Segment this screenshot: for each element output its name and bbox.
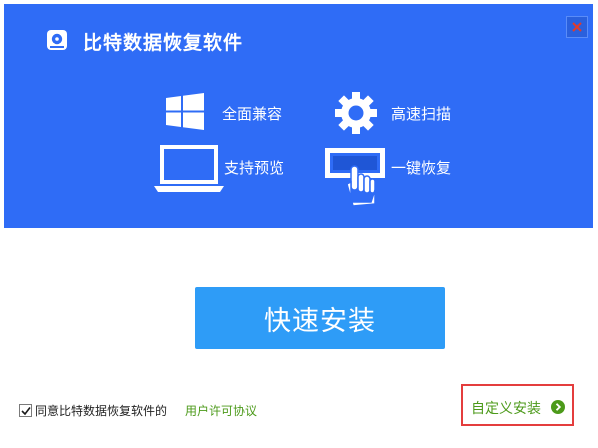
feature-label: 全面兼容 <box>222 105 283 123</box>
gear-icon <box>335 92 377 134</box>
laptop-icon <box>154 145 224 192</box>
custom-install-label: 自定义安装 <box>471 401 541 417</box>
license-agreement-link[interactable]: 用户许可协议 <box>185 402 257 419</box>
agree-checkbox[interactable] <box>19 404 32 417</box>
feature-one-click-recovery <box>323 146 387 208</box>
feature-label: 一键恢复 <box>391 159 452 177</box>
quick-install-button[interactable]: 快速安装 <box>195 287 445 349</box>
close-button[interactable] <box>566 16 588 38</box>
close-icon <box>572 22 582 32</box>
app-title: 比特数据恢复软件 <box>83 32 244 54</box>
feature-preview <box>154 144 224 194</box>
feature-label: 支持预览 <box>224 159 285 177</box>
windows-icon <box>166 93 204 130</box>
custom-install-button[interactable]: 自定义安装 <box>461 384 574 426</box>
feature-label: 高速扫描 <box>391 105 452 123</box>
app-logo-icon <box>47 30 67 50</box>
hand-click-icon <box>325 148 385 207</box>
arrow-right-circle-icon <box>551 400 565 414</box>
feature-fast-scan <box>333 90 379 136</box>
agreement-text: 同意比特数据恢复软件的 <box>35 404 168 418</box>
checkmark-icon <box>20 406 31 415</box>
feature-compatibility <box>166 93 204 131</box>
header-banner: 比特数据恢复软件 全面兼容 高速扫描 支持预览 一键恢复 <box>4 4 593 228</box>
